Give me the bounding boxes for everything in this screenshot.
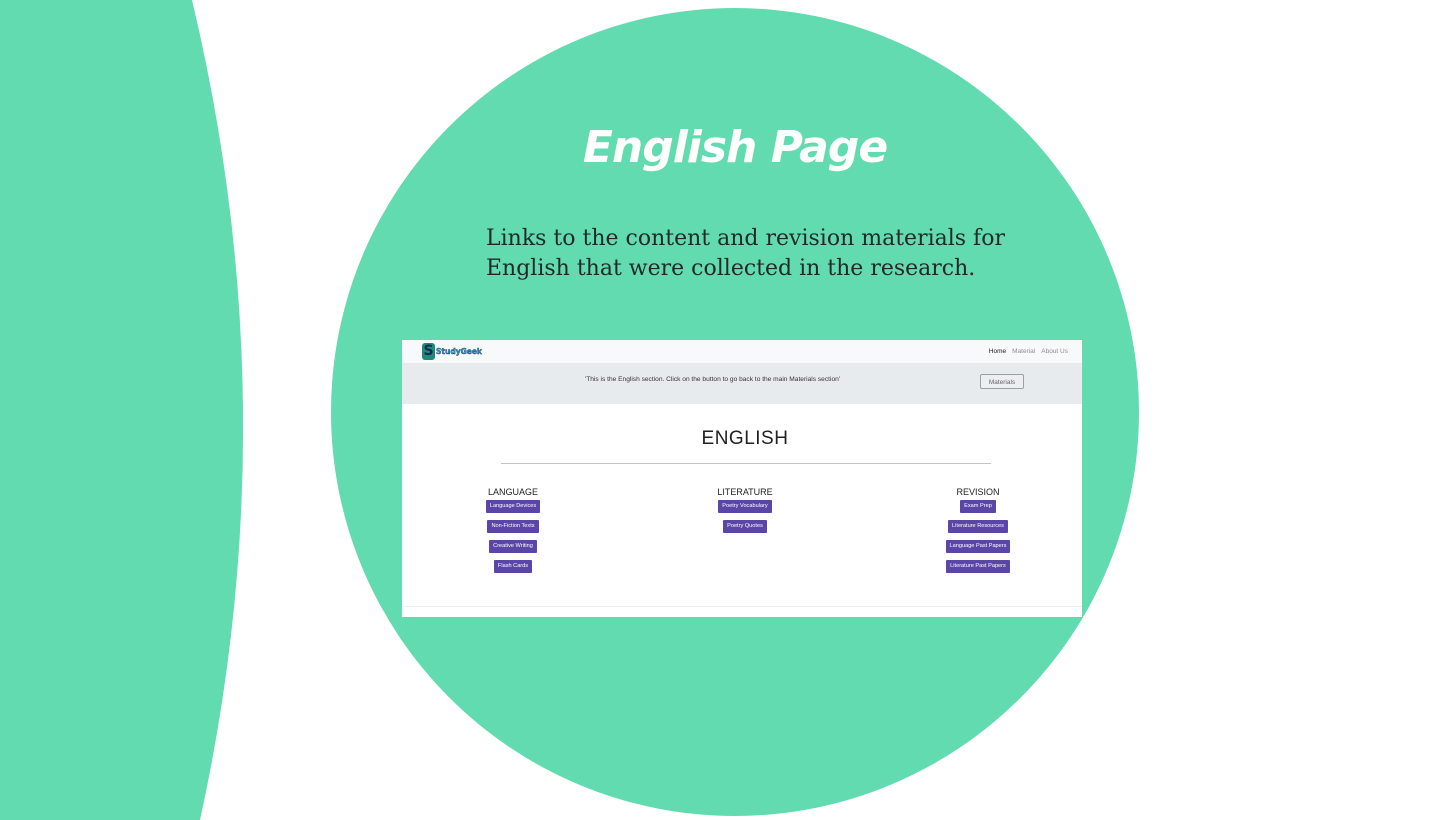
site-logo[interactable]: S StudyGeek — [422, 343, 482, 360]
revision-column: REVISION Exam Prep Literature Resources … — [918, 487, 1038, 580]
banner-text: 'This is the English section. Click on t… — [585, 376, 841, 383]
non-fiction-texts-button[interactable]: Non-Fiction Texts — [487, 520, 539, 533]
exam-prep-button[interactable]: Exam Prep — [960, 500, 996, 513]
column-heading-language: LANGUAGE — [487, 487, 538, 497]
language-column: LANGUAGE Language Devices Non-Fiction Te… — [453, 487, 573, 580]
info-banner: 'This is the English section. Click on t… — [402, 363, 1082, 404]
logo-text: StudyGeek — [436, 347, 482, 356]
nav-link-home[interactable]: Home — [989, 348, 1006, 355]
literature-resources-button[interactable]: Literature Resources — [948, 520, 1008, 533]
poetry-quotes-button[interactable]: Poetry Quotes — [723, 520, 767, 533]
footer-divider — [402, 606, 1082, 607]
literature-past-papers-button[interactable]: Literature Past Papers — [946, 560, 1010, 573]
language-past-papers-button[interactable]: Language Past Papers — [945, 540, 1011, 553]
nav-link-about-us[interactable]: About Us — [1041, 348, 1068, 355]
poetry-vocabulary-button[interactable]: Poetry Vocabulary — [718, 500, 772, 513]
page-heading: ENGLISH — [701, 428, 789, 449]
heading-divider — [501, 463, 991, 464]
literature-column: LITERATURE Poetry Vocabulary Poetry Quot… — [685, 487, 805, 540]
navbar: S StudyGeek Home Material About Us — [402, 340, 1082, 363]
column-heading-literature: LITERATURE — [717, 487, 773, 497]
slide-title: English Page — [582, 122, 888, 173]
creative-writing-button[interactable]: Creative Writing — [489, 540, 537, 553]
website-screenshot: S StudyGeek Home Material About Us 'This… — [402, 340, 1082, 617]
column-heading-revision: REVISION — [956, 487, 1000, 497]
language-devices-button[interactable]: Language Devices — [485, 500, 541, 513]
slide-description: Links to the content and revision materi… — [486, 226, 1005, 281]
slide: English Page Links to the content and re… — [0, 0, 1444, 820]
s-logo-icon: S — [422, 343, 435, 360]
nav-link-material[interactable]: Material — [1012, 348, 1035, 355]
flash-cards-button[interactable]: Flash Cards — [493, 560, 533, 573]
nav-links: Home Material About Us — [989, 340, 1068, 363]
materials-button[interactable]: Materials — [980, 374, 1024, 389]
